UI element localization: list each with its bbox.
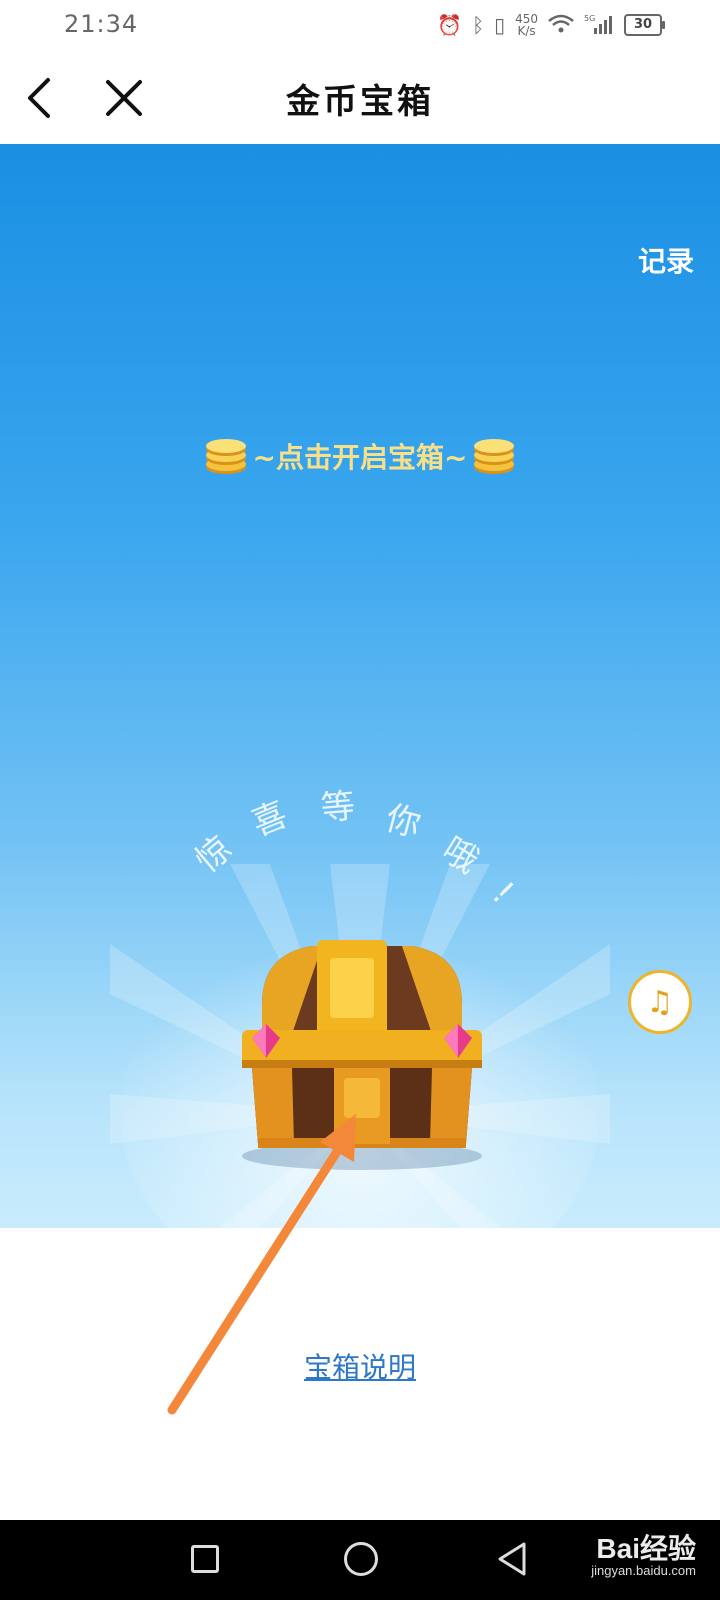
page-title: 金币宝箱 bbox=[286, 82, 434, 122]
signal-label: 5G bbox=[584, 14, 595, 23]
watermark: Bai经验 jingyan.baidu.com bbox=[591, 1534, 696, 1578]
arc-char: 你 bbox=[382, 798, 425, 845]
back-icon[interactable] bbox=[496, 1540, 528, 1578]
battery-icon: 30 bbox=[624, 14, 665, 36]
net-speed-unit: K/s bbox=[517, 24, 536, 38]
signal-icon: 5G bbox=[584, 13, 614, 38]
wifi-icon bbox=[548, 14, 574, 37]
vibrate-icon: ▯ bbox=[494, 13, 506, 37]
status-time: 21:34 bbox=[64, 10, 139, 38]
music-note-icon: ♫ bbox=[646, 984, 674, 1020]
status-bar: 21:34 ⏰ ᛒ ▯ 450 K/s 5G 30 bbox=[0, 0, 720, 52]
open-prompt-text: ~点击开启宝箱~ bbox=[252, 441, 468, 474]
arc-char: 惊 bbox=[188, 828, 240, 880]
coin-stack-icon bbox=[205, 439, 246, 474]
watermark-brand: Bai经验 bbox=[596, 1533, 696, 1564]
net-speed: 450 K/s bbox=[515, 13, 538, 37]
status-icons: ⏰ ᛒ ▯ 450 K/s 5G 30 bbox=[437, 10, 665, 40]
nav-bar: 金币宝箱 bbox=[0, 52, 720, 144]
arc-char: 等 bbox=[319, 786, 356, 829]
coin-stack-icon bbox=[474, 439, 515, 474]
bluetooth-icon: ᛒ bbox=[472, 13, 485, 37]
treasure-hero: 记录 ~点击开启宝箱~ 惊 喜 等 你 哦 ! ♫ bbox=[0, 144, 720, 1228]
chest-description-link[interactable]: 宝箱说明 bbox=[0, 1346, 720, 1386]
watermark-url: jingyan.baidu.com bbox=[591, 1563, 696, 1578]
recent-apps-icon[interactable] bbox=[191, 1545, 219, 1573]
arc-char: 喜 bbox=[246, 795, 293, 845]
record-button[interactable]: 记录 bbox=[638, 240, 694, 280]
arc-char: 哦 bbox=[435, 830, 485, 882]
home-icon[interactable] bbox=[344, 1542, 378, 1576]
alarm-icon: ⏰ bbox=[437, 13, 463, 37]
system-nav-bar: Bai经验 jingyan.baidu.com bbox=[0, 1520, 720, 1600]
music-toggle-button[interactable]: ♫ bbox=[628, 970, 692, 1034]
arc-char: ! bbox=[484, 874, 522, 912]
open-prompt: ~点击开启宝箱~ bbox=[0, 436, 720, 476]
